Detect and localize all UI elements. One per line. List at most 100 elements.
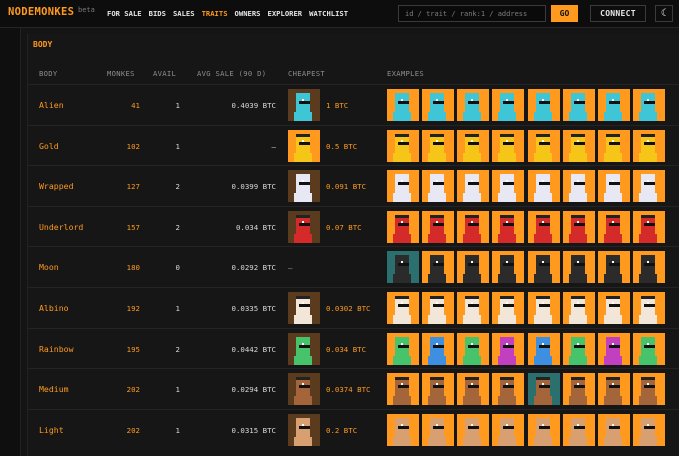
- example-monke-thumbnail[interactable]: [563, 211, 595, 243]
- example-monke-thumbnail[interactable]: [387, 89, 419, 121]
- example-monke-thumbnail[interactable]: [387, 373, 419, 405]
- example-monke-thumbnail[interactable]: [633, 414, 665, 446]
- nav-bids[interactable]: BIDS: [149, 9, 166, 18]
- example-monke-thumbnail[interactable]: [457, 333, 489, 365]
- go-button[interactable]: GO: [551, 5, 578, 22]
- example-monke-thumbnail[interactable]: [598, 333, 630, 365]
- example-monke-thumbnail[interactable]: [563, 292, 595, 324]
- example-monke-thumbnail[interactable]: [422, 211, 454, 243]
- nav-owners[interactable]: OWNERS: [235, 9, 261, 18]
- cheapest-price[interactable]: 0.0374 BTC: [326, 369, 386, 409]
- nav-watchlist[interactable]: WATCHLIST: [309, 9, 348, 18]
- trait-name-link[interactable]: Medium: [39, 369, 99, 409]
- example-monke-thumbnail[interactable]: [598, 211, 630, 243]
- example-monke-thumbnail[interactable]: [563, 373, 595, 405]
- example-monke-thumbnail[interactable]: [492, 292, 524, 324]
- trait-name-link[interactable]: Albino: [39, 288, 99, 328]
- cheapest-price[interactable]: 0.5 BTC: [326, 126, 386, 166]
- trait-name-link[interactable]: Light: [39, 410, 99, 450]
- example-monke-thumbnail[interactable]: [422, 373, 454, 405]
- example-monke-thumbnail[interactable]: [457, 170, 489, 202]
- trait-name-link[interactable]: Underlord: [39, 207, 99, 247]
- example-monke-thumbnail[interactable]: [457, 251, 489, 283]
- example-monke-thumbnail[interactable]: [387, 414, 419, 446]
- table-row[interactable]: Gold 102 1 — 0.5 BTC: [27, 125, 679, 166]
- cheapest-monke-thumbnail[interactable]: [288, 170, 320, 202]
- table-row[interactable]: Moon 180 0 0.0292 BTC —: [27, 246, 679, 287]
- example-monke-thumbnail[interactable]: [422, 333, 454, 365]
- cheapest-monke-thumbnail[interactable]: [288, 130, 320, 162]
- example-monke-thumbnail[interactable]: [457, 89, 489, 121]
- example-monke-thumbnail[interactable]: [492, 251, 524, 283]
- example-monke-thumbnail[interactable]: [492, 89, 524, 121]
- nav-sales[interactable]: SALES: [173, 9, 195, 18]
- example-monke-thumbnail[interactable]: [492, 170, 524, 202]
- example-monke-thumbnail[interactable]: [563, 130, 595, 162]
- nav-traits[interactable]: TRAITS: [202, 9, 228, 18]
- example-monke-thumbnail[interactable]: [492, 414, 524, 446]
- connect-button[interactable]: CONNECT: [590, 5, 646, 22]
- cheapest-price[interactable]: 0.091 BTC: [326, 166, 386, 206]
- example-monke-thumbnail[interactable]: [492, 130, 524, 162]
- example-monke-thumbnail[interactable]: [633, 373, 665, 405]
- example-monke-thumbnail[interactable]: [633, 211, 665, 243]
- example-monke-thumbnail[interactable]: [422, 130, 454, 162]
- table-row[interactable]: Wrapped 127 2 0.0399 BTC 0.091 BTC: [27, 165, 679, 206]
- example-monke-thumbnail[interactable]: [457, 292, 489, 324]
- example-monke-thumbnail[interactable]: [633, 292, 665, 324]
- trait-name-link[interactable]: Alien: [39, 85, 99, 125]
- example-monke-thumbnail[interactable]: [422, 292, 454, 324]
- example-monke-thumbnail[interactable]: [563, 89, 595, 121]
- cheapest-monke-thumbnail[interactable]: [288, 333, 320, 365]
- cheapest-price[interactable]: 0.07 BTC: [326, 207, 386, 247]
- example-monke-thumbnail[interactable]: [633, 251, 665, 283]
- example-monke-thumbnail[interactable]: [633, 170, 665, 202]
- example-monke-thumbnail[interactable]: [528, 170, 560, 202]
- example-monke-thumbnail[interactable]: [387, 130, 419, 162]
- example-monke-thumbnail[interactable]: [387, 211, 419, 243]
- example-monke-thumbnail[interactable]: [598, 130, 630, 162]
- example-monke-thumbnail[interactable]: [633, 89, 665, 121]
- example-monke-thumbnail[interactable]: [422, 414, 454, 446]
- example-monke-thumbnail[interactable]: [528, 211, 560, 243]
- example-monke-thumbnail[interactable]: [492, 373, 524, 405]
- example-monke-thumbnail[interactable]: [387, 333, 419, 365]
- trait-name-link[interactable]: Rainbow: [39, 329, 99, 369]
- cheapest-monke-thumbnail[interactable]: [288, 89, 320, 121]
- example-monke-thumbnail[interactable]: [598, 89, 630, 121]
- table-row[interactable]: Medium 202 1 0.0294 BTC 0.0374 BTC: [27, 368, 679, 409]
- trait-name-link[interactable]: Moon: [39, 247, 99, 287]
- example-monke-thumbnail[interactable]: [528, 89, 560, 121]
- search-input[interactable]: [398, 5, 546, 22]
- trait-name-link[interactable]: Wrapped: [39, 166, 99, 206]
- example-monke-thumbnail[interactable]: [422, 170, 454, 202]
- theme-toggle-button[interactable]: ☾: [655, 5, 673, 22]
- example-monke-thumbnail[interactable]: [492, 333, 524, 365]
- example-monke-thumbnail[interactable]: [528, 292, 560, 324]
- example-monke-thumbnail[interactable]: [598, 373, 630, 405]
- table-row[interactable]: Underlord 157 2 0.034 BTC 0.07 BTC: [27, 206, 679, 247]
- cheapest-monke-thumbnail[interactable]: [288, 292, 320, 324]
- example-monke-thumbnail[interactable]: [422, 89, 454, 121]
- nav-explorer[interactable]: EXPLORER: [268, 9, 303, 18]
- example-monke-thumbnail[interactable]: [598, 170, 630, 202]
- example-monke-thumbnail[interactable]: [563, 251, 595, 283]
- example-monke-thumbnail[interactable]: [563, 170, 595, 202]
- example-monke-thumbnail[interactable]: [422, 251, 454, 283]
- example-monke-thumbnail[interactable]: [633, 130, 665, 162]
- table-row[interactable]: Alien 41 1 0.4039 BTC 1 BTC: [27, 84, 679, 125]
- example-monke-thumbnail[interactable]: [387, 292, 419, 324]
- cheapest-price[interactable]: 0.2 BTC: [326, 410, 386, 450]
- example-monke-thumbnail[interactable]: [387, 251, 419, 283]
- nav-for-sale[interactable]: FOR SALE: [107, 9, 142, 18]
- example-monke-thumbnail[interactable]: [528, 130, 560, 162]
- example-monke-thumbnail[interactable]: [528, 251, 560, 283]
- table-row[interactable]: Light 202 1 0.0315 BTC 0.2 BTC: [27, 409, 679, 450]
- example-monke-thumbnail[interactable]: [457, 373, 489, 405]
- example-monke-thumbnail[interactable]: [492, 211, 524, 243]
- example-monke-thumbnail[interactable]: [598, 292, 630, 324]
- example-monke-thumbnail[interactable]: [528, 414, 560, 446]
- trait-name-link[interactable]: Gold: [39, 126, 99, 166]
- example-monke-thumbnail[interactable]: [528, 373, 560, 405]
- example-monke-thumbnail[interactable]: [457, 414, 489, 446]
